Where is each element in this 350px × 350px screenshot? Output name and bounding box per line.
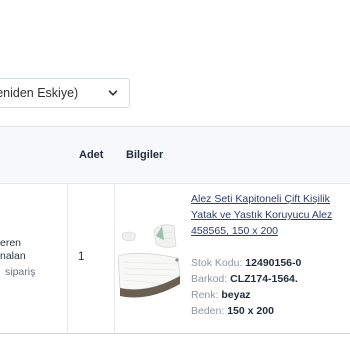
product-title-line: Yatak ve Yastık Koruyucu Alez: [191, 209, 333, 221]
product-photo: [118, 212, 182, 302]
store-name-line: eren: [0, 237, 22, 249]
chevron-down-icon: [108, 90, 118, 96]
spec-value: 12490156-0: [245, 257, 302, 269]
column-divider: [114, 184, 115, 334]
spec-barcode: Barkod: CLZ174-1564.: [191, 273, 298, 285]
spec-label: Stok Kodu:: [191, 257, 243, 269]
table-header: Adet Bilgiler: [0, 126, 350, 184]
store-name-line: nalan: [0, 250, 26, 262]
product-title-link[interactable]: Alez Seti Kapitoneli Çift Kişilik Yatak …: [191, 191, 350, 239]
column-divider: [67, 184, 68, 334]
spec-stock-code: Stok Kodu: 12490156-0: [191, 257, 301, 269]
row-divider: [0, 333, 350, 334]
column-header-qty: Adet: [79, 149, 104, 161]
quantity-value: 1: [78, 251, 85, 263]
spec-value: beyaz: [221, 289, 251, 301]
product-title-line: Alez Seti Kapitoneli Çift Kişilik: [191, 193, 330, 205]
spec-label: Beden:: [191, 305, 225, 317]
spec-value: 150 x 200: [227, 305, 274, 317]
order-link-text[interactable]: sipariş: [5, 266, 35, 278]
spec-value: CLZ174-1564.: [230, 273, 298, 285]
sort-select[interactable]: Yeniden Eskiye): [0, 78, 130, 108]
spec-color: Renk: beyaz: [191, 289, 251, 301]
spec-label: Renk:: [191, 289, 219, 301]
spec-label: Barkod:: [191, 273, 228, 285]
column-header-info: Bilgiler: [126, 149, 164, 161]
sort-select-value: Yeniden Eskiye): [0, 86, 79, 100]
product-image[interactable]: [118, 212, 182, 302]
spec-size: Beden: 150 x 200: [191, 305, 274, 317]
product-title-line: 458565, 150 x 200: [191, 225, 278, 237]
